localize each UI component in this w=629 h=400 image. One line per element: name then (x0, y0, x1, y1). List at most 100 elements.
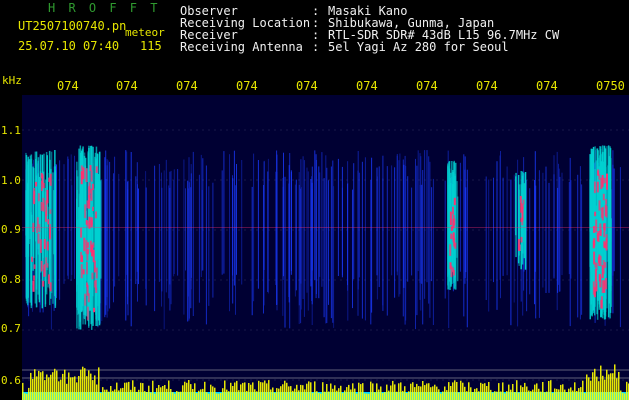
amplitude-bar (246, 390, 248, 400)
noise-streak (130, 152, 132, 327)
echo-peak (88, 200, 91, 205)
amplitude-bar (462, 382, 464, 400)
amplitude-bar (348, 384, 350, 400)
amplitude-bar (542, 382, 544, 400)
noise-streak (290, 172, 292, 271)
noise-streak (419, 185, 421, 283)
echo-peak (49, 209, 52, 214)
amplitude-bar (320, 393, 322, 400)
noise-streak (170, 170, 172, 305)
amplitude-bar (578, 388, 580, 400)
amplitude-bar (256, 391, 258, 400)
amplitude-bar (516, 380, 518, 400)
echo-peak (31, 256, 34, 262)
echo-peak (33, 264, 36, 269)
amplitude-bar (358, 382, 360, 400)
amplitude-bar (384, 392, 386, 400)
amplitude-bar (74, 376, 76, 400)
noise-streak (283, 152, 284, 277)
amplitude-bar (382, 393, 384, 400)
noise-streak (553, 155, 555, 277)
echo-peak (95, 166, 98, 173)
amplitude-bar (30, 372, 32, 400)
echo-peak (604, 278, 607, 290)
amplitude-bar (236, 380, 238, 400)
noise-streak (289, 153, 291, 329)
amplitude-bar (410, 383, 412, 400)
amplitude-bar (356, 393, 358, 400)
noise-streak (114, 156, 116, 287)
amplitude-bar (364, 393, 366, 400)
amplitude-bar (624, 393, 626, 400)
echo-peak (90, 170, 93, 182)
echo-peak (32, 280, 35, 292)
amplitude-bar (332, 388, 334, 400)
amplitude-bar (484, 383, 486, 400)
echo-peak (46, 263, 49, 268)
amplitude-bar (186, 382, 188, 400)
amplitude-bar (340, 385, 342, 400)
noise-streak (145, 187, 147, 306)
amplitude-bar (78, 376, 80, 400)
amplitude-bar (616, 378, 618, 400)
noise-streak (510, 179, 512, 326)
noise-streak (241, 160, 243, 285)
noise-streak (137, 184, 138, 302)
amplitude-bar (278, 388, 280, 400)
amplitude-bar (308, 381, 310, 400)
amplitude-bar (220, 392, 222, 400)
echo-streak (78, 148, 80, 330)
antenna-label: Receiving Antenna (180, 40, 303, 54)
amplitude-bar (330, 383, 332, 400)
echo-peak (92, 249, 95, 263)
amplitude-bar (22, 382, 24, 400)
noise-streak (556, 151, 558, 311)
amplitude-bar (196, 393, 198, 400)
amplitude-bar (230, 382, 232, 400)
file-name: UT2507100740.pn (18, 19, 127, 33)
noise-streak (138, 188, 139, 285)
amplitude-bar (536, 383, 538, 400)
noise-streak (154, 165, 156, 312)
echo-streak (523, 183, 525, 259)
amplitude-bar (294, 388, 296, 400)
amplitude-bar (530, 391, 532, 400)
amplitude-bar (420, 386, 422, 400)
noise-streak (325, 155, 327, 324)
amplitude-bar (314, 381, 316, 400)
amplitude-bar (360, 384, 362, 400)
noise-streak (417, 150, 419, 272)
amplitude-bar (612, 373, 614, 400)
echo-peak (33, 191, 36, 204)
amplitude-bar (72, 377, 74, 400)
echo-peak (597, 231, 600, 242)
noise-streak (67, 158, 69, 280)
noise-streak (534, 151, 536, 272)
noise-streak (500, 151, 501, 299)
amplitude-bar (316, 391, 318, 400)
amplitude-bar (338, 388, 340, 400)
amplitude-bar (170, 389, 172, 400)
amplitude-bar (350, 389, 352, 400)
amplitude-bar (334, 385, 336, 400)
amplitude-bar (184, 381, 186, 400)
amplitude-bar (372, 383, 374, 400)
echo-peak (518, 239, 520, 251)
echo-peak (599, 255, 602, 267)
noise-streak (353, 163, 355, 280)
noise-streak (579, 166, 581, 320)
amplitude-bar (66, 383, 68, 400)
x-tick-label: 074 (176, 79, 198, 93)
echo-peak (597, 257, 600, 263)
noise-streak (415, 158, 416, 330)
amplitude-bar (194, 383, 196, 400)
amplitude-bar (144, 391, 146, 400)
app-title: H R O F F T (48, 1, 161, 15)
amplitude-bar (152, 380, 154, 400)
amplitude-bar (174, 393, 176, 400)
echo-peak (37, 193, 40, 202)
echo-peak (595, 219, 598, 233)
amplitude-bar (614, 364, 616, 400)
noise-streak (357, 170, 359, 316)
amplitude-bar (140, 382, 142, 400)
